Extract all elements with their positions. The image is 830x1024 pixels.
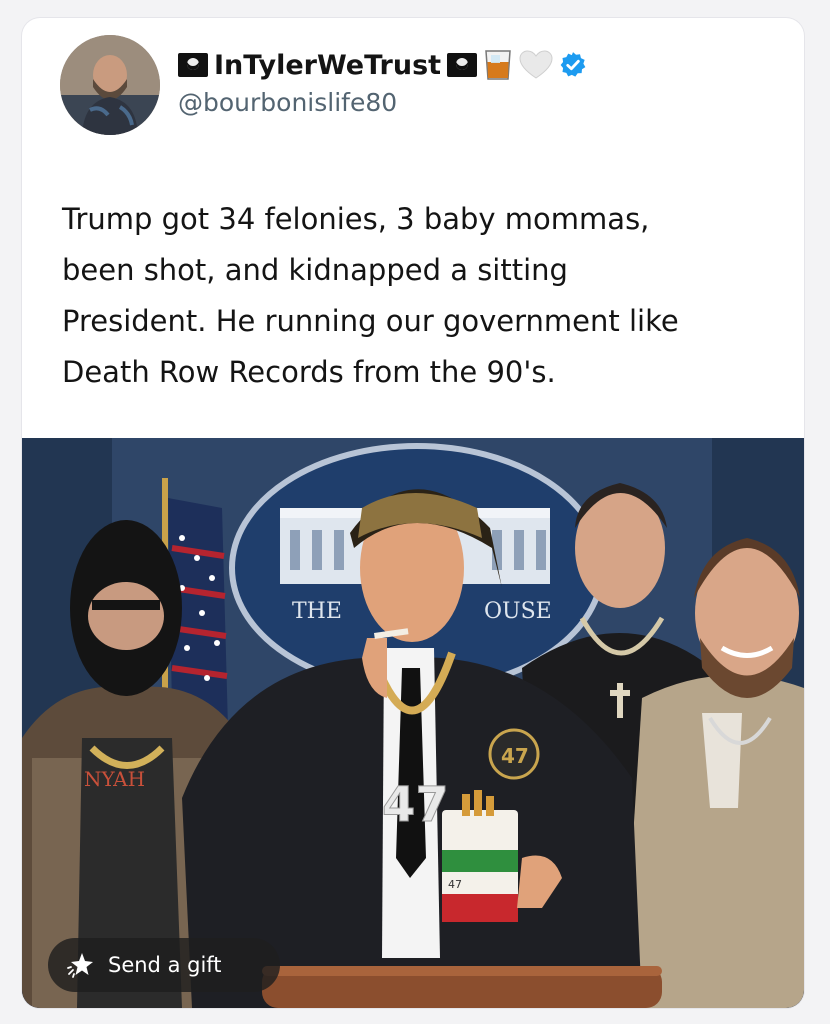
- seal-text-right: OUSE: [484, 599, 552, 624]
- pack-number: 47: [448, 878, 462, 891]
- post-card[interactable]: InTylerWeTrust @bourbonislife80 Trump go…: [22, 18, 804, 1008]
- pirate-flag-icon: [178, 53, 208, 77]
- whiskey-glass-icon: [485, 50, 511, 80]
- gift-sparkle-icon: [67, 953, 93, 978]
- pirate-flag-icon: [447, 53, 478, 77]
- shirt-text: NYAH: [84, 767, 145, 791]
- jersey-number: 47: [382, 777, 449, 833]
- post-text: Trump got 34 felonies, 3 baby mommas, be…: [62, 202, 679, 389]
- avatar-image: [60, 35, 160, 135]
- white-heart-icon: [519, 50, 553, 79]
- post-image[interactable]: THE OUSE NYAH 47 47 47: [22, 438, 804, 1008]
- avatar[interactable]: [60, 35, 160, 135]
- press-room-image: THE OUSE NYAH 47 47 47: [22, 438, 804, 1008]
- patch-number: 47: [501, 744, 529, 768]
- seal-text-left: THE: [292, 599, 342, 624]
- user-handle[interactable]: @bourbonislife80: [178, 88, 397, 117]
- send-gift-label: Send a gift: [108, 953, 222, 977]
- display-name[interactable]: InTylerWeTrust: [214, 50, 441, 81]
- display-name-row[interactable]: InTylerWeTrust: [178, 46, 587, 84]
- send-gift-button[interactable]: Send a gift: [48, 938, 280, 992]
- verified-badge-icon: [560, 52, 586, 77]
